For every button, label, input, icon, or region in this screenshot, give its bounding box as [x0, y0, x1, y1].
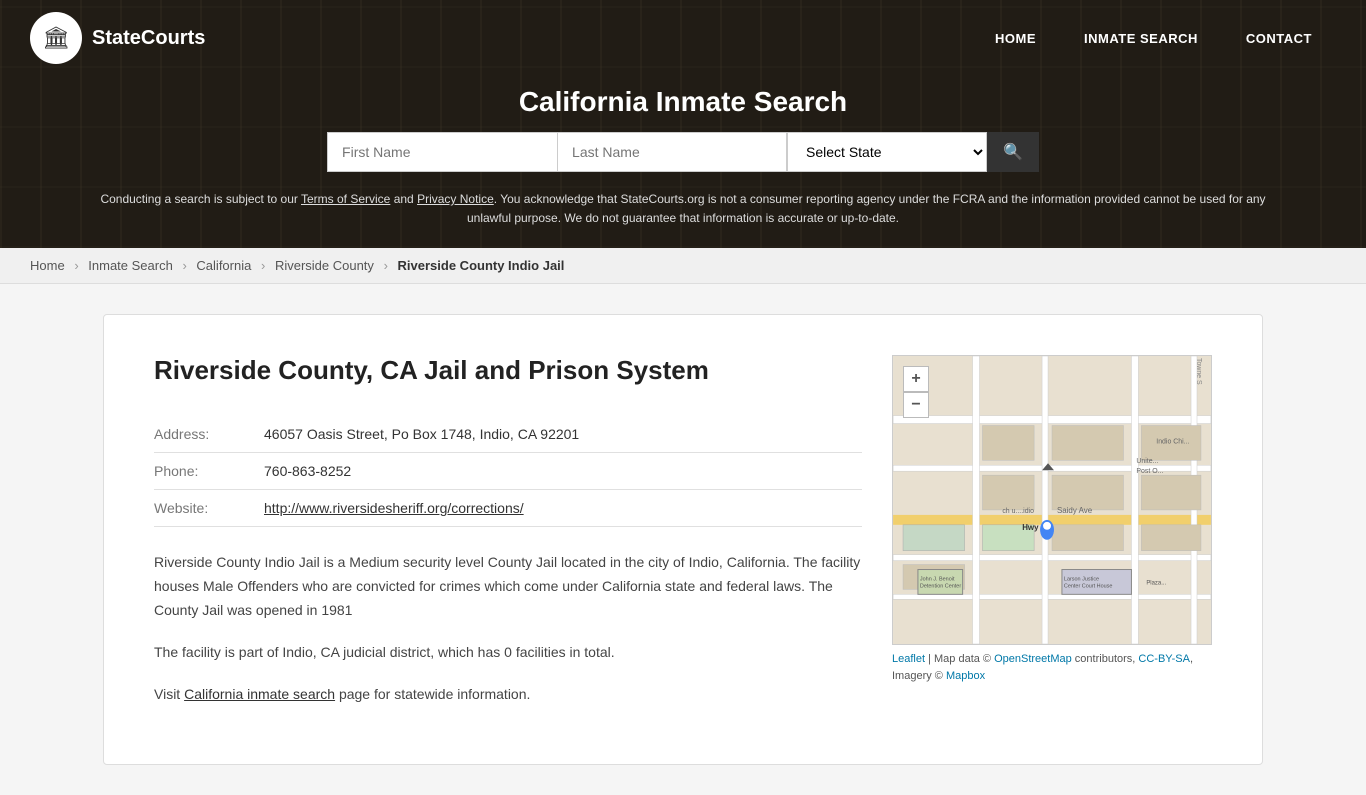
description-3: Visit California inmate search page for … — [154, 683, 862, 707]
map-controls: + − — [903, 366, 929, 418]
nav-links: HOME INMATE SEARCH CONTACT — [971, 21, 1336, 56]
svg-text:ch u....idio: ch u....idio — [1002, 508, 1034, 515]
disclaimer-text: Conducting a search is subject to our Te… — [20, 184, 1346, 234]
description-2: The facility is part of Indio, CA judici… — [154, 641, 862, 665]
breadcrumb-sep-4: › — [384, 258, 388, 273]
last-name-input[interactable] — [557, 132, 787, 172]
svg-text:Larson Justice: Larson Justice — [1064, 577, 1099, 583]
breadcrumb-inmate-search[interactable]: Inmate Search — [88, 258, 173, 273]
state-select[interactable]: Select StateAlabamaAlaskaArizonaArkansas… — [787, 132, 987, 172]
svg-text:Indio Chi...: Indio Chi... — [1156, 439, 1189, 446]
content-left: Riverside County, CA Jail and Prison Sys… — [154, 355, 862, 724]
site-logo[interactable]: 🏛 StateCourts — [30, 12, 205, 64]
svg-text:Detention Center: Detention Center — [920, 584, 961, 590]
site-header: 🏛 StateCourts HOME INMATE SEARCH CONTACT… — [0, 0, 1366, 248]
zoom-out-button[interactable]: − — [903, 392, 929, 418]
breadcrumb-sep-2: › — [182, 258, 186, 273]
zoom-in-button[interactable]: + — [903, 366, 929, 392]
search-icon: 🔍 — [1003, 144, 1023, 161]
california-search-link[interactable]: California inmate search — [184, 686, 335, 702]
cc-link[interactable]: CC-BY-SA — [1138, 653, 1190, 665]
breadcrumb-california[interactable]: California — [196, 258, 251, 273]
map-svg: Saidy Ave ch u....idio Indio Chi... Town… — [893, 356, 1211, 644]
terms-link[interactable]: Terms of Service — [301, 192, 390, 206]
info-table: Address: 46057 Oasis Street, Po Box 1748… — [154, 416, 862, 527]
content-card: Riverside County, CA Jail and Prison Sys… — [103, 314, 1263, 765]
main-container: Riverside County, CA Jail and Prison Sys… — [83, 314, 1283, 765]
breadcrumb-current: Riverside County Indio Jail — [398, 258, 565, 273]
svg-text:Plaza...: Plaza... — [1146, 581, 1166, 587]
search-button[interactable]: 🔍 — [987, 132, 1039, 172]
nav-inmate-search[interactable]: INMATE SEARCH — [1060, 21, 1222, 56]
svg-text:Center Court House: Center Court House — [1064, 584, 1113, 590]
phone-label: Phone: — [154, 463, 264, 479]
mapbox-link[interactable]: Mapbox — [946, 670, 985, 682]
breadcrumb-sep-3: › — [261, 258, 265, 273]
website-value: http://www.riversidesheriff.org/correcti… — [264, 500, 524, 516]
phone-row: Phone: 760-863-8252 — [154, 453, 862, 490]
website-link[interactable]: http://www.riversidesheriff.org/correcti… — [264, 500, 524, 516]
description-3-prefix: Visit — [154, 686, 184, 702]
logo-icon: 🏛 — [30, 12, 82, 64]
privacy-link[interactable]: Privacy Notice — [417, 192, 494, 206]
phone-value: 760-863-8252 — [264, 463, 351, 479]
website-row: Website: http://www.riversidesheriff.org… — [154, 490, 862, 527]
map-container: Saidy Ave ch u....idio Indio Chi... Town… — [892, 355, 1212, 645]
nav-home[interactable]: HOME — [971, 21, 1060, 56]
svg-text:Post O...: Post O... — [1136, 469, 1163, 476]
leaflet-link[interactable]: Leaflet — [892, 653, 925, 665]
description-3-suffix: page for statewide information. — [335, 686, 530, 702]
address-value: 46057 Oasis Street, Po Box 1748, Indio, … — [264, 426, 579, 442]
address-label: Address: — [154, 426, 264, 442]
first-name-input[interactable] — [327, 132, 557, 172]
svg-text:Saidy Ave: Saidy Ave — [1057, 506, 1093, 515]
map-attribution: Leaflet | Map data © OpenStreetMap contr… — [892, 651, 1212, 684]
logo-text: StateCourts — [92, 27, 205, 50]
breadcrumb-riverside-county[interactable]: Riverside County — [275, 258, 374, 273]
nav-contact[interactable]: CONTACT — [1222, 21, 1336, 56]
page-title: California Inmate Search — [20, 86, 1346, 118]
content-right: Saidy Ave ch u....idio Indio Chi... Town… — [892, 355, 1212, 724]
svg-text:Unite...: Unite... — [1136, 459, 1158, 466]
header-title-area: California Inmate Search Select StateAla… — [0, 76, 1366, 248]
breadcrumb-sep-1: › — [74, 258, 78, 273]
svg-text:Towne S: Towne S — [1195, 358, 1202, 385]
description-1: Riverside County Indio Jail is a Medium … — [154, 551, 862, 622]
top-navigation: 🏛 StateCourts HOME INMATE SEARCH CONTACT — [0, 0, 1366, 76]
facility-title: Riverside County, CA Jail and Prison Sys… — [154, 355, 862, 386]
website-label: Website: — [154, 500, 264, 516]
osm-link[interactable]: OpenStreetMap — [994, 653, 1072, 665]
breadcrumb-home[interactable]: Home — [30, 258, 65, 273]
address-row: Address: 46057 Oasis Street, Po Box 1748… — [154, 416, 862, 453]
search-form: Select StateAlabamaAlaskaArizonaArkansas… — [20, 132, 1346, 172]
breadcrumb: Home › Inmate Search › California › Rive… — [0, 248, 1366, 284]
svg-text:John J. Benoit: John J. Benoit — [920, 577, 955, 583]
